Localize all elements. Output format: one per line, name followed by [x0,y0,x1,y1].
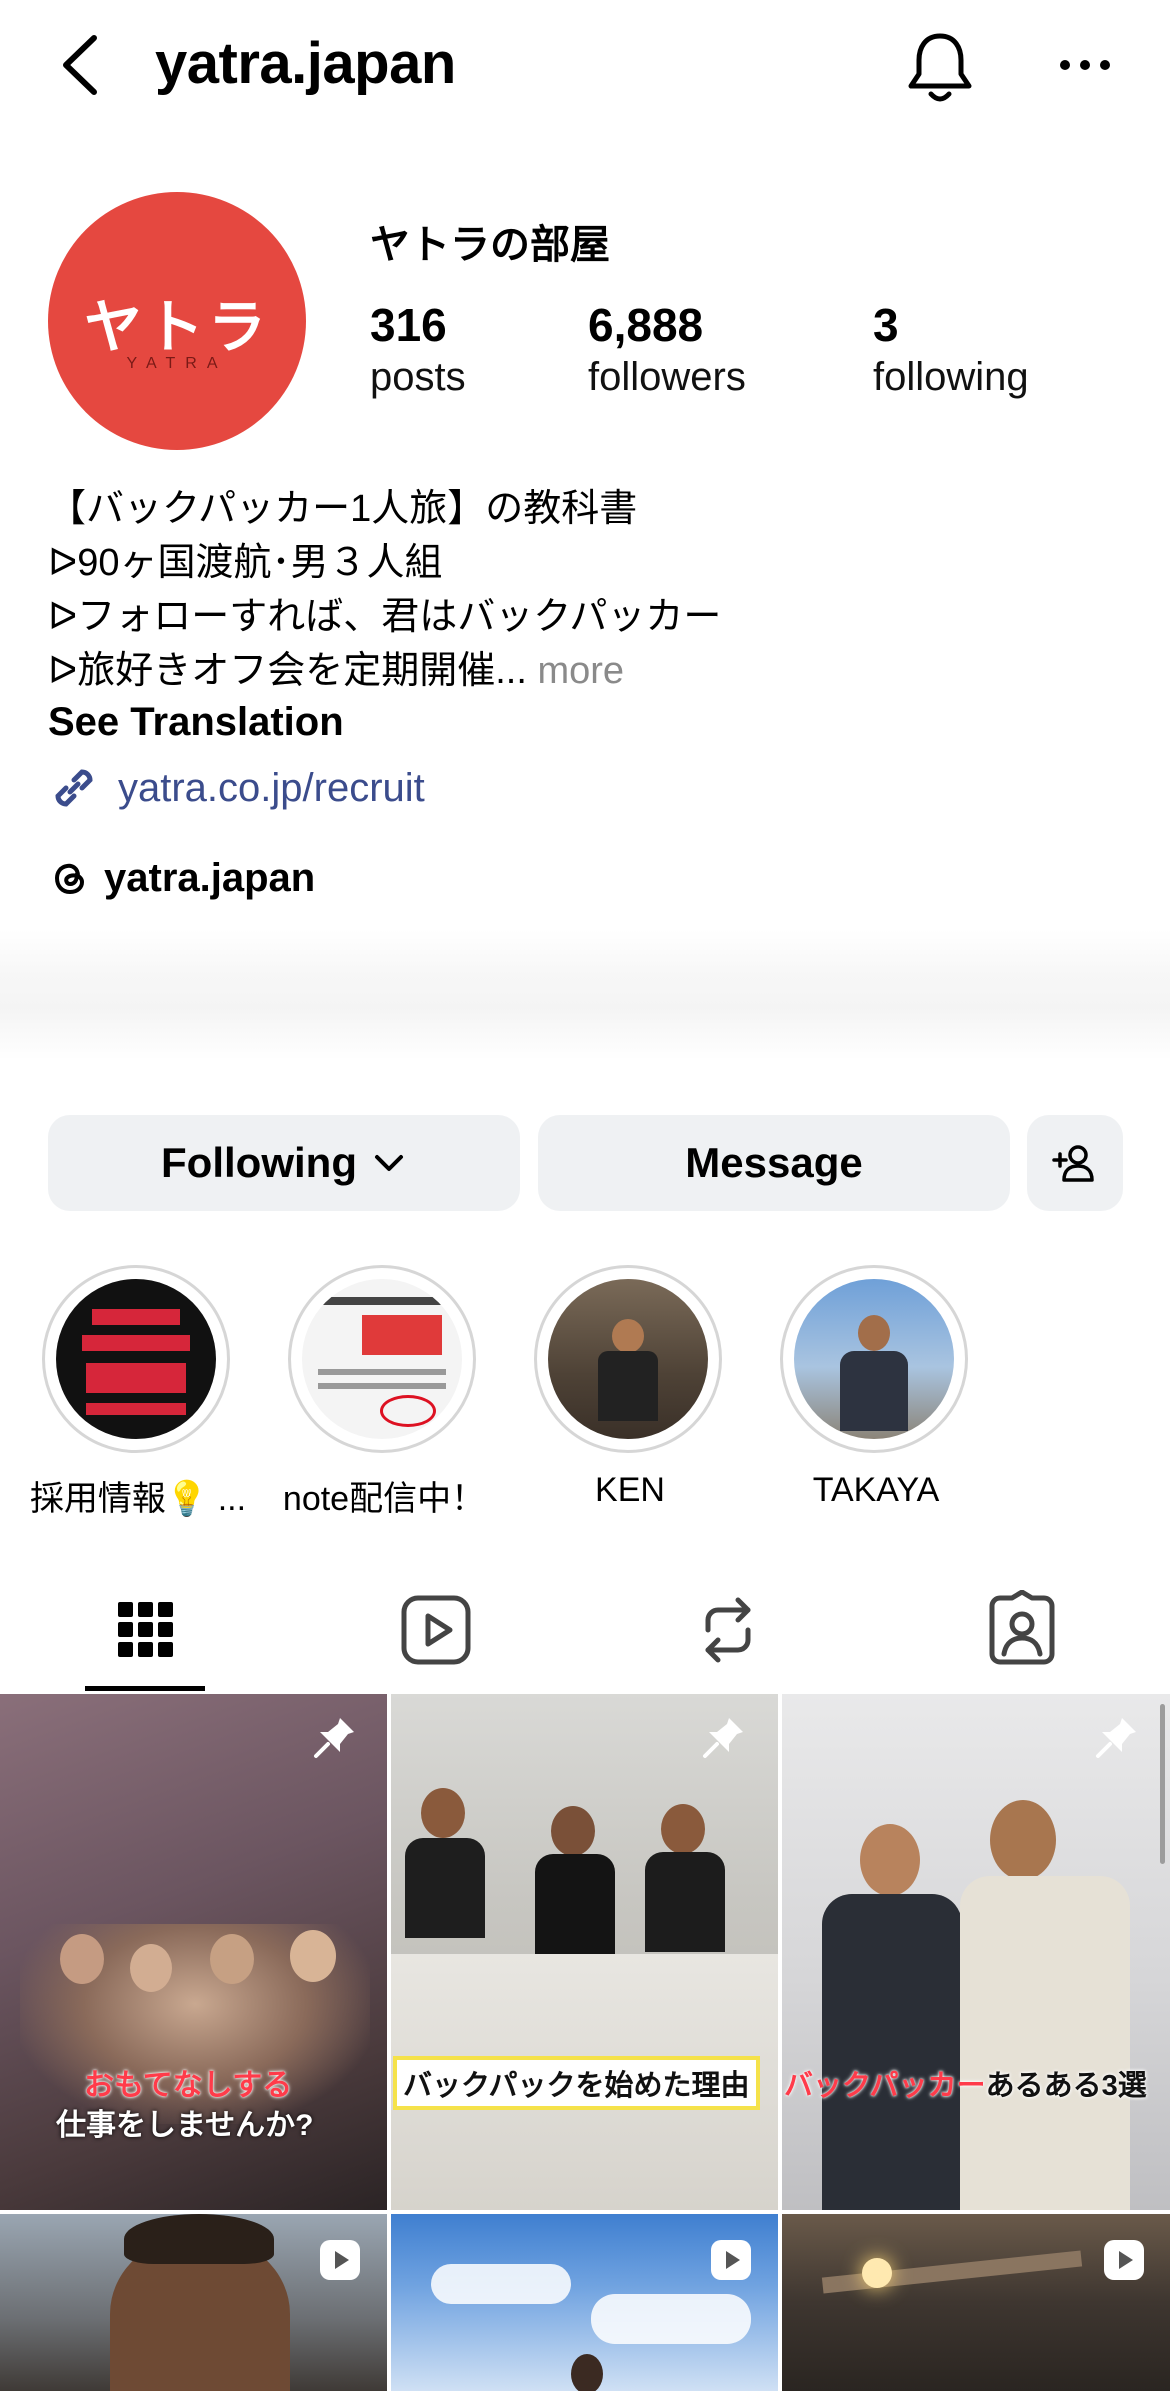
posts-value: 316 [370,299,447,351]
pin-icon [1096,1718,1136,1758]
tagged-icon[interactable] [982,1590,1062,1670]
add-person-button[interactable] [1027,1115,1123,1211]
chevron-down-icon [374,1155,403,1171]
following-label: following [873,355,1029,399]
avatar-logo-text: ヤトラ [83,295,270,360]
profile-tabs [0,1560,1170,1691]
bio-more-link[interactable]: more [527,650,624,692]
highlight-item[interactable]: KEN [534,1265,726,1510]
post-thumbnail[interactable]: バックパッカーあるある3選 [782,1694,1170,2210]
posts-grid: おもてなしする 仕事をしませんか? バックパックを始めた理由 バックパッカーある… [0,1694,1170,2391]
posts-count: 316 posts [370,298,466,402]
pin-icon [314,1718,354,1758]
website-link-text: yatra.co.jp/recruit [118,765,425,810]
highlight-thumbnail [302,1279,462,1439]
add-person-icon [1052,1145,1094,1182]
threads-link[interactable]: yatra.japan [48,850,315,906]
message-button[interactable]: Message [538,1115,1010,1211]
avatar-logo-subtext: YATRA [126,355,228,372]
post-thumbnail[interactable]: バックパックを始めた理由 [391,1694,778,2210]
display-name: ヤトラの部屋 [370,223,610,267]
bio: 【バックパッカー1人旅】の教科書 ᐅ90ヶ国渡航･男３人組 ᐅフォローすれば、君… [48,482,1128,698]
following-button-label: Following [161,1139,357,1186]
highlight-item[interactable]: 採用情報💡 ... [30,1265,246,1520]
bio-line-last: ᐅ旅好きオフ会を定期開催... more [48,644,1128,698]
reel-icon [320,2240,360,2280]
website-link[interactable]: yatra.co.jp/recruit [48,760,425,816]
post-caption-highlight: バックパッカー [784,2070,986,2102]
page-title: yatra.japan [155,31,456,96]
post-caption: バックパッカーあるある3選 [784,2062,1147,2104]
scrollbar[interactable] [1160,1704,1165,1864]
followers-value: 6,888 [588,299,704,351]
highlight-ring [780,1265,968,1453]
link-icon [55,769,93,807]
highlight-item[interactable]: TAKAYA [780,1265,972,1510]
highlight-label: KEN [595,1471,665,1509]
avatar[interactable]: ヤトラ YATRA [48,192,306,450]
bell-icon[interactable] [905,30,975,105]
threads-handle: yatra.japan [104,855,316,900]
highlight-ring [42,1265,230,1453]
highlight-item[interactable]: note配信中！ [283,1265,485,1520]
posts-label: posts [370,355,466,399]
blurred-area [0,930,1170,1060]
post-thumbnail[interactable] [782,2214,1170,2391]
highlight-thumbnail [56,1279,216,1439]
highlight-thumbnail [548,1279,708,1439]
post-thumbnail[interactable]: おもてなしする 仕事をしませんか? [0,1694,387,2210]
post-caption: 仕事をしませんか? [56,2109,314,2142]
message-button-label: Message [685,1139,863,1186]
see-translation-link[interactable]: See Translation [48,700,344,745]
highlight-ring [288,1265,476,1453]
highlight-label: TAKAYA [812,1471,940,1509]
post-caption: バックパックを始めた理由 [397,2060,756,2106]
following-value: 3 [873,299,899,351]
reposts-icon[interactable] [688,1590,768,1670]
reels-icon[interactable] [396,1590,476,1670]
bio-line: ᐅ90ヶ国渡航･男３人組 [48,542,443,584]
highlight-thumbnail [794,1279,954,1439]
bio-line-text: ᐅ旅好きオフ会を定期開催... [48,650,527,692]
bio-line: 【バックパッカー1人旅】の教科書 [48,488,638,530]
post-thumbnail[interactable] [391,2214,778,2391]
threads-icon [54,863,85,895]
more-horizontal-icon[interactable] [1055,40,1115,90]
highlight-label: note配信中！ [282,1480,486,1518]
profile-header: yatra.japan [0,0,1170,140]
highlight-ring [534,1265,722,1453]
post-thumbnail[interactable] [0,2214,387,2391]
reel-icon [1104,2240,1144,2280]
following-button[interactable]: Following [48,1115,520,1211]
post-caption: おもてなしする [84,2069,293,2102]
pin-icon [703,1718,743,1758]
followers-count[interactable]: 6,888 followers [588,298,746,402]
bio-line: ᐅフォローすれば、君はバックパッカー [48,596,722,638]
active-tab-indicator [85,1686,205,1691]
post-caption-rest: あるある3選 [985,2070,1147,2102]
following-count[interactable]: 3 following [873,298,1029,402]
reel-icon [711,2240,751,2280]
followers-label: followers [588,355,746,399]
chevron-left-icon[interactable] [52,30,112,100]
grid-icon[interactable] [106,1590,186,1670]
highlight-label: 採用情報💡 ... [29,1480,247,1518]
